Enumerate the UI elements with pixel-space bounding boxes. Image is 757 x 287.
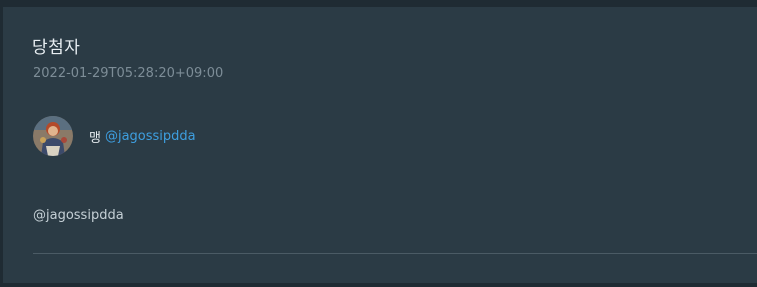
author-name: 맹 [89,130,101,146]
author-info: 맹 @jagossipdda [89,127,196,146]
post-card: 당첨자 2022-01-29T05:28:20+09:00 맹 @jagossi… [3,7,757,283]
post-content: @jagossipdda [33,208,124,223]
avatar[interactable] [33,116,73,156]
author-handle-link[interactable]: @jagossipdda [105,129,196,144]
profile-avatar-icon [33,116,73,156]
post-timestamp: 2022-01-29T05:28:20+09:00 [33,66,224,81]
post-title: 당첨자 [32,38,81,58]
divider [33,253,757,254]
author-row: 맹 @jagossipdda [33,115,196,157]
